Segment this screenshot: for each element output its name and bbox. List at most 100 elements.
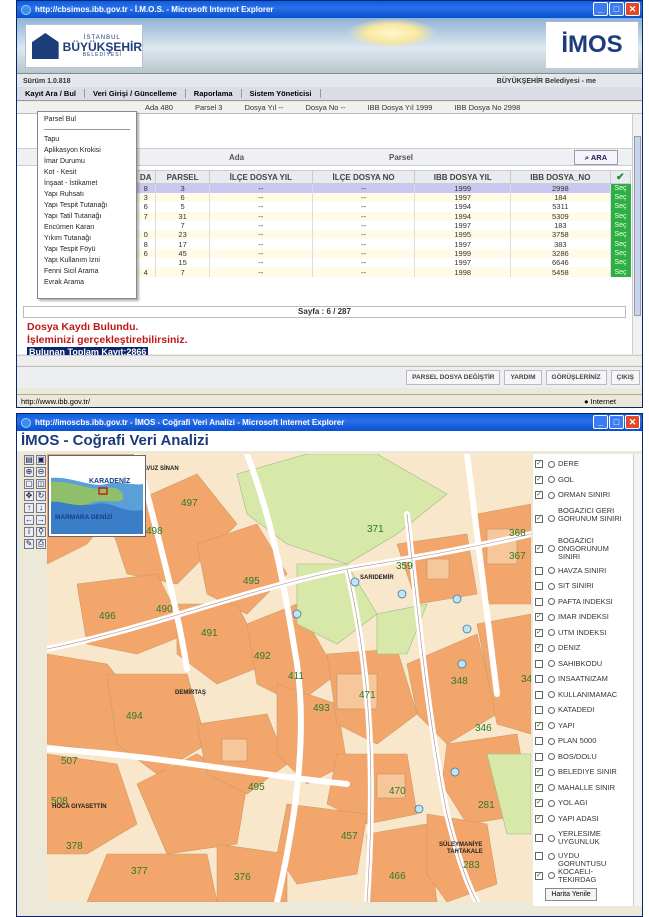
harita-yenile-button[interactable]: Harita Yenile [545, 888, 597, 901]
layer-checkbox[interactable] [535, 834, 543, 842]
layer-radio[interactable] [548, 722, 555, 729]
layer-checkbox[interactable]: ✓ [535, 628, 543, 637]
sec-button[interactable]: Seç [609, 183, 631, 193]
dropdown-item[interactable]: İmar Durumu [38, 156, 136, 167]
dropdown-item[interactable]: Yapı Kullanım İzni [38, 255, 136, 266]
close-button[interactable]: ✕ [625, 2, 640, 16]
table-row[interactable]: 15 -- -- 1997 6646 Seç [134, 258, 631, 268]
maximize-button[interactable]: □ [609, 2, 624, 16]
menu-item[interactable]: Raporlama [186, 89, 242, 98]
layer-scrollbar[interactable] [633, 454, 642, 906]
refresh-icon[interactable]: ↻ [36, 491, 46, 501]
layer-checkbox[interactable]: ✓ [535, 644, 543, 652]
layer-checkbox[interactable] [535, 690, 543, 699]
footer-button[interactable]: GÖRÜŞLERİNİZ [545, 370, 607, 385]
layer-radio[interactable] [548, 815, 555, 822]
layer-checkbox[interactable] [535, 752, 543, 761]
layer-checkbox[interactable]: ✓ [535, 514, 543, 523]
footer-button[interactable]: YARDIM [504, 370, 542, 385]
layer-radio[interactable] [548, 598, 555, 605]
horizontal-scrollbar[interactable] [17, 355, 642, 365]
vertical-scrollbar[interactable] [632, 114, 642, 354]
menu-item[interactable]: Veri Girişi / Güncelleme [85, 89, 186, 98]
column-header[interactable]: IBB DOSYA_NO [510, 170, 611, 184]
layer-checkbox[interactable]: ✓ [535, 544, 543, 553]
layer-checkbox[interactable] [535, 566, 543, 575]
zoom-in-icon[interactable]: ⊕ [24, 467, 34, 477]
layer-radio[interactable] [548, 660, 555, 667]
dropdown-item[interactable]: Yapı Tespit Föyü [38, 244, 136, 255]
layer-checkbox[interactable] [535, 597, 543, 606]
layer-radio[interactable] [548, 567, 555, 574]
layer-radio[interactable] [548, 852, 555, 860]
layer-checkbox[interactable] [535, 852, 543, 860]
close-button[interactable]: ✕ [625, 415, 640, 429]
dropdown-item[interactable]: Kot - Kesit [38, 167, 136, 178]
dropdown-item[interactable]: İnşaat - İstikamet [38, 178, 136, 189]
footer-button[interactable]: PARSEL DOSYA DEĞİŞTİR [406, 370, 501, 385]
layer-radio[interactable] [548, 515, 555, 522]
info-icon[interactable]: i [24, 527, 34, 537]
layer-checkbox[interactable]: ✓ [535, 721, 543, 730]
dropdown-item[interactable]: Yapı Tespit Tutanağı [38, 200, 136, 211]
minimize-button[interactable]: _ [593, 2, 608, 16]
sec-button[interactable]: Seç [609, 258, 631, 268]
zoom-full-icon[interactable]: ◫ [36, 479, 46, 489]
layer-radio[interactable] [548, 582, 555, 590]
layers-tool-icon[interactable]: ▤ [24, 455, 34, 465]
pan-left-icon[interactable]: ← [24, 515, 34, 525]
layer-checkbox[interactable]: ✓ [535, 799, 543, 807]
sec-button[interactable]: Seç [609, 230, 631, 240]
sec-button[interactable]: Seç [609, 202, 631, 212]
layer-checkbox[interactable]: ✓ [535, 491, 543, 499]
layer-radio[interactable] [548, 629, 555, 636]
overview-map[interactable]: KARADENİZ MARMARA DENİZİ [49, 456, 145, 536]
layer-checkbox[interactable]: ✓ [535, 475, 543, 484]
layer-checkbox[interactable] [535, 706, 543, 714]
layer-radio[interactable] [548, 768, 555, 776]
sec-button[interactable]: Seç [609, 211, 631, 221]
layer-radio[interactable] [548, 491, 555, 499]
layer-checkbox[interactable]: ✓ [535, 783, 543, 792]
dropdown-item[interactable]: Yıkım Tutanağı [38, 233, 136, 244]
layer-checkbox[interactable]: ✓ [535, 871, 543, 880]
maximize-button[interactable]: □ [609, 415, 624, 429]
sec-button[interactable]: Seç [609, 239, 631, 249]
print-icon[interactable]: ⎙ [36, 539, 46, 549]
layer-radio[interactable] [548, 545, 555, 552]
dropdown-item[interactable]: Aplikasyon Krokisi [38, 145, 136, 156]
layer-radio[interactable] [548, 753, 555, 760]
dropdown-item[interactable]: Yapı Ruhsatı [38, 189, 136, 200]
pan-right-icon[interactable]: → [36, 515, 46, 525]
layer-radio[interactable] [548, 799, 555, 807]
layer-radio[interactable] [548, 706, 555, 714]
layer-radio[interactable] [548, 872, 555, 879]
layer-radio[interactable] [548, 737, 555, 745]
layer-checkbox[interactable]: ✓ [535, 814, 543, 823]
table-row[interactable]: 8 3 -- -- 1999 2998 Seç [134, 183, 631, 193]
layer-checkbox[interactable] [535, 675, 543, 683]
minimize-button[interactable]: _ [593, 415, 608, 429]
dropdown-item[interactable]: Evrak Arama [38, 277, 136, 288]
dropdown-item[interactable]: Encümen Kararı [38, 222, 136, 233]
sec-button[interactable]: Seç [609, 220, 631, 231]
layer-checkbox[interactable]: ✓ [535, 460, 543, 468]
table-row[interactable]: 0 23 -- -- 1995 3758 Seç [134, 230, 631, 240]
table-row[interactable]: 7 -- -- 1997 183 Seç [134, 220, 631, 231]
table-row[interactable]: 6 45 -- -- 1999 3286 Seç [134, 248, 631, 259]
layer-radio[interactable] [548, 460, 555, 468]
layer-radio[interactable] [548, 476, 555, 483]
sec-button[interactable]: Seç [609, 193, 631, 203]
table-row[interactable]: 3 6 -- -- 1997 184 Seç [134, 193, 631, 203]
layer-radio[interactable] [548, 613, 555, 621]
dropdown-item[interactable]: Fenni Sicil Arama [38, 266, 136, 277]
pan-up-icon[interactable]: ↑ [24, 503, 34, 513]
menu-item[interactable]: Sistem Yöneticisi [242, 89, 321, 98]
sec-button[interactable]: Seç [609, 248, 631, 259]
layer-radio[interactable] [548, 784, 555, 791]
select-tool-icon[interactable]: ▣ [36, 455, 46, 465]
layer-checkbox[interactable]: ✓ [535, 613, 543, 621]
layer-radio[interactable] [548, 675, 555, 683]
pan-icon[interactable]: ✥ [24, 491, 34, 501]
layer-checkbox[interactable]: ✓ [535, 768, 543, 776]
